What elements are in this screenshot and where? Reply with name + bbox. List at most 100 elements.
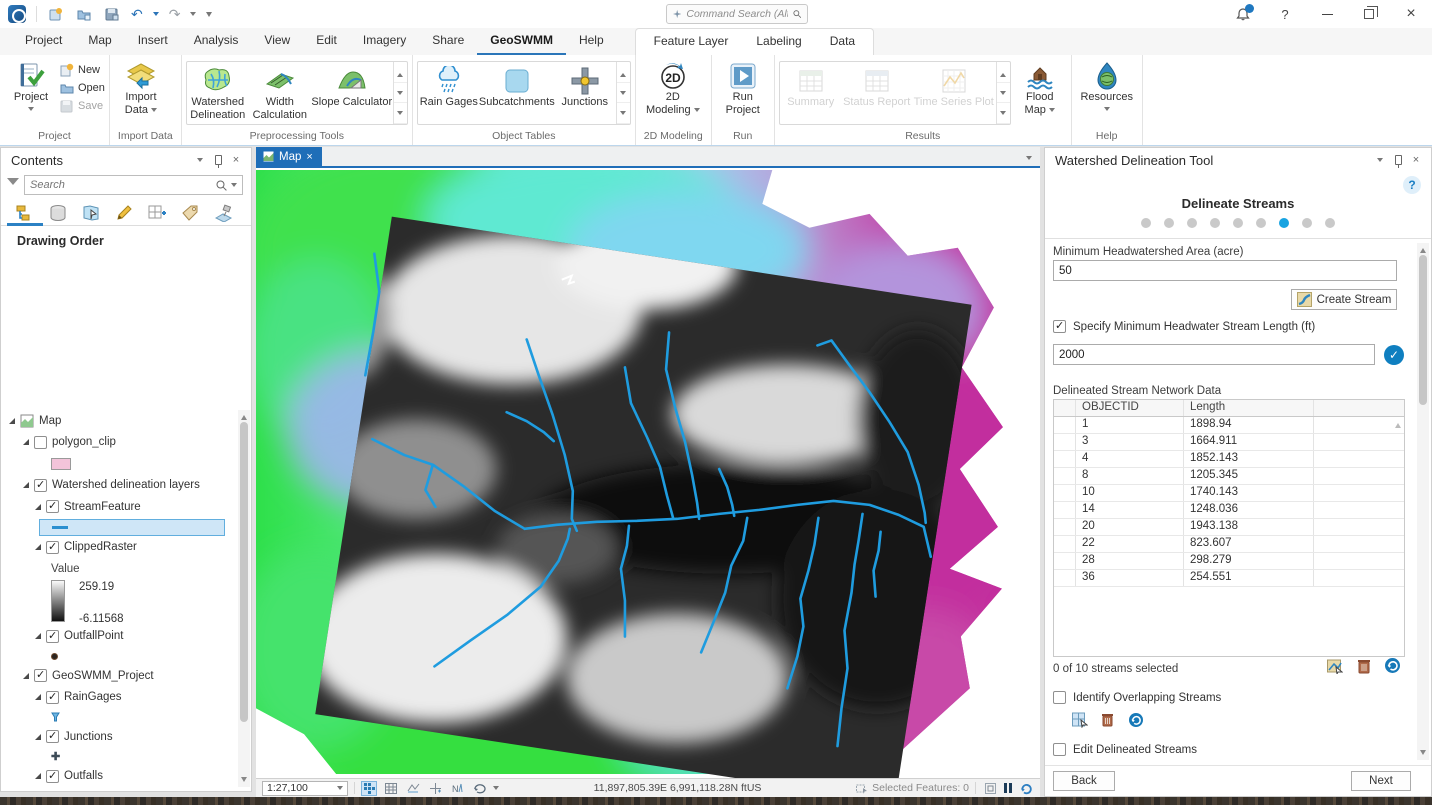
- create-stream-button[interactable]: Create Stream: [1291, 289, 1397, 310]
- customize-toolbar-icon[interactable]: [206, 12, 212, 20]
- layer-checkbox[interactable]: [46, 500, 59, 513]
- minimize-button[interactable]: [1306, 0, 1348, 28]
- 2d-modeling-button[interactable]: 2D 2D Modeling: [640, 58, 706, 116]
- close-button[interactable]: [1390, 0, 1432, 28]
- object-tables-scroll-arrows[interactable]: [616, 62, 630, 124]
- tab-selection[interactable]: [79, 202, 103, 224]
- specify-min-length-row[interactable]: Specify Minimum Headwater Stream Length …: [1053, 320, 1315, 333]
- layer-item-map[interactable]: Map: [1, 410, 239, 432]
- layer-checkbox[interactable]: [34, 436, 47, 449]
- layer-checkbox[interactable]: [46, 730, 59, 743]
- save-project-icon[interactable]: [103, 5, 121, 23]
- row-selector[interactable]: [1054, 417, 1076, 433]
- rotate-view-icon[interactable]: [471, 781, 487, 796]
- close-map-tab-icon[interactable]: ×: [306, 151, 312, 163]
- step-dot-6[interactable]: [1256, 218, 1266, 228]
- tab-insert[interactable]: Insert: [125, 28, 181, 55]
- snapping-toggle-icon[interactable]: [361, 781, 377, 796]
- selection-box-icon[interactable]: [982, 781, 998, 796]
- layer-checkbox[interactable]: [46, 541, 59, 554]
- scroll-up-icon[interactable]: [241, 412, 247, 420]
- import-data-button[interactable]: Import Data: [114, 58, 168, 116]
- tab-share[interactable]: Share: [419, 28, 477, 55]
- table-row[interactable]: 22 823.607: [1054, 536, 1404, 553]
- open-project-icon[interactable]: [75, 5, 93, 23]
- tab-labeling[interactable]: Labeling: [742, 29, 815, 55]
- pause-drawing-icon[interactable]: [1004, 783, 1012, 793]
- layer-item-stream-feature[interactable]: StreamFeature: [1, 496, 239, 518]
- layer-item-geoswmm-project[interactable]: GeoSWMM_Project: [1, 665, 239, 687]
- project-button[interactable]: Project: [4, 58, 58, 114]
- tab-data-source[interactable]: [46, 202, 70, 224]
- expand-icon[interactable]: [35, 544, 41, 550]
- pin-icon[interactable]: [1389, 151, 1407, 169]
- time-series-plot-button[interactable]: Time Series Plot: [912, 62, 996, 124]
- results-scroll-arrows[interactable]: [996, 62, 1010, 124]
- next-button[interactable]: Next: [1351, 771, 1411, 791]
- refresh-map-icon[interactable]: [1018, 781, 1034, 796]
- expand-icon[interactable]: [35, 773, 41, 779]
- specify-min-length-checkbox[interactable]: [1053, 320, 1066, 333]
- selected-features-status[interactable]: Selected Features: 0: [856, 782, 969, 794]
- zoom-to-stream-icon[interactable]: [1326, 657, 1343, 674]
- tab-charts[interactable]: [211, 202, 235, 224]
- close-panel-icon[interactable]: ×: [1407, 151, 1425, 169]
- crosshair-icon[interactable]: [427, 781, 443, 796]
- step-dot-1[interactable]: [1141, 218, 1151, 228]
- tab-drawing-order[interactable]: [13, 202, 37, 224]
- search-input[interactable]: [30, 179, 212, 191]
- subcatchments-button[interactable]: Subcatchments: [480, 62, 554, 124]
- step-dot-8[interactable]: [1302, 218, 1312, 228]
- map-tab[interactable]: Map ×: [256, 147, 322, 166]
- polygon-clip-symbol-row[interactable]: [1, 453, 239, 475]
- table-row[interactable]: 36 254.551: [1054, 570, 1404, 587]
- map-canvas[interactable]: [256, 170, 1040, 778]
- command-search-box[interactable]: Command Search (Alt+Q): [666, 4, 808, 24]
- min-length-input[interactable]: [1053, 344, 1375, 365]
- apply-length-icon[interactable]: [1384, 345, 1404, 365]
- row-selector[interactable]: [1054, 485, 1076, 501]
- column-objectid[interactable]: OBJECTID: [1076, 400, 1184, 416]
- panel-menu-chevron-icon[interactable]: [191, 151, 209, 169]
- overlapping-table-icon[interactable]: [1071, 711, 1088, 728]
- table-row[interactable]: 10 1740.143: [1054, 485, 1404, 502]
- redo-icon[interactable]: ↷: [169, 7, 181, 21]
- tab-labeling[interactable]: [178, 202, 202, 224]
- refresh-overlapping-icon[interactable]: [1127, 711, 1144, 728]
- back-button[interactable]: Back: [1053, 771, 1115, 791]
- panel-menu-chevron-icon[interactable]: [1371, 151, 1389, 169]
- tab-list-chevron-icon[interactable]: [1026, 156, 1032, 163]
- tab-data[interactable]: Data: [816, 29, 869, 55]
- slope-calculator-button[interactable]: Slope Calculator: [311, 62, 393, 124]
- navigation-dropdown-icon[interactable]: [493, 786, 499, 793]
- open-button[interactable]: Open: [60, 80, 105, 95]
- delete-stream-icon[interactable]: [1355, 657, 1372, 674]
- expand-icon[interactable]: [9, 418, 15, 424]
- junction-symbol[interactable]: ✚: [51, 750, 60, 763]
- tab-analysis[interactable]: Analysis: [181, 28, 252, 55]
- layer-checkbox[interactable]: [46, 691, 59, 704]
- new-project-icon[interactable]: [47, 5, 65, 23]
- min-area-input[interactable]: [1053, 260, 1397, 281]
- tool-help-icon[interactable]: ?: [1403, 176, 1421, 194]
- run-project-button[interactable]: Run Project: [716, 58, 770, 116]
- contents-scrollbar[interactable]: [238, 410, 250, 787]
- layer-item-polygon-clip[interactable]: polygon_clip: [1, 432, 239, 454]
- refresh-streams-icon[interactable]: [1384, 657, 1401, 674]
- rain-gages-button[interactable]: Rain Gages: [418, 62, 480, 124]
- layer-checkbox[interactable]: [46, 770, 59, 783]
- tool-panel-scrollbar[interactable]: [1417, 243, 1429, 760]
- table-row[interactable]: 8 1205.345: [1054, 468, 1404, 485]
- status-report-button[interactable]: Status Report: [842, 62, 912, 124]
- row-selector[interactable]: [1054, 434, 1076, 450]
- tab-editing[interactable]: [112, 202, 136, 224]
- edit-delineated-checkbox[interactable]: [1053, 743, 1066, 756]
- rain-gage-symbol-row[interactable]: [1, 708, 239, 726]
- row-selector[interactable]: [1054, 536, 1076, 552]
- table-row[interactable]: 3 1664.911: [1054, 434, 1404, 451]
- expand-icon[interactable]: [23, 482, 29, 488]
- outfall-point-symbol[interactable]: [51, 653, 58, 660]
- filter-icon[interactable]: [7, 178, 19, 191]
- layer-checkbox[interactable]: [34, 479, 47, 492]
- expand-icon[interactable]: [35, 504, 41, 510]
